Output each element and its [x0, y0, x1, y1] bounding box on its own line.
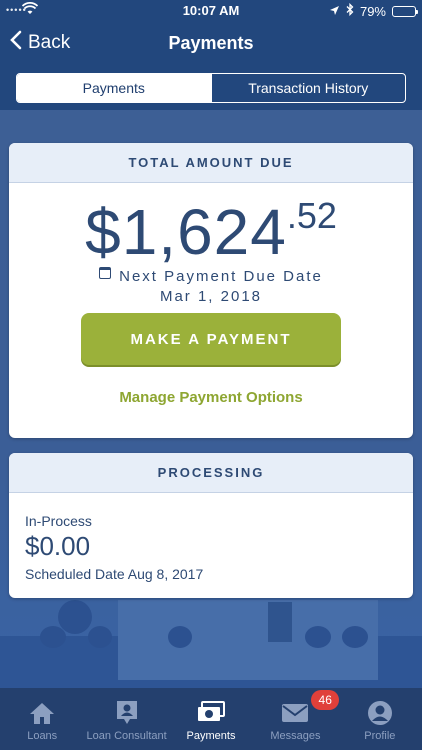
status-bar: ••••• 10:07 AM 79%: [0, 0, 422, 22]
tab-messages-label: Messages: [270, 730, 321, 742]
make-payment-button[interactable]: MAKE A PAYMENT: [81, 313, 341, 365]
tab-profile[interactable]: Profile: [338, 688, 422, 750]
consultant-icon: [115, 700, 139, 726]
scheduled-date: Scheduled Date Aug 8, 2017: [25, 566, 204, 582]
tab-loan-consultant-label: Loan Consultant: [86, 730, 167, 742]
processing-amount: $0.00: [25, 531, 91, 561]
navigation-bar: Back Payments: [0, 24, 422, 64]
tab-payments-label: Payments: [186, 730, 236, 742]
profile-icon: [367, 700, 393, 726]
illustration-bush: [342, 626, 368, 648]
segmented-control: Payments Transaction History: [16, 73, 406, 103]
background-illustration: [0, 590, 422, 690]
mail-icon: [281, 700, 309, 726]
processing-card: PROCESSING In-Process $0.00 Scheduled Da…: [9, 453, 413, 598]
battery-percent: 79%: [359, 3, 386, 19]
illustration-house: [118, 600, 378, 680]
tab-profile-label: Profile: [364, 730, 396, 742]
segment-payments[interactable]: Payments: [17, 74, 211, 102]
processing-status: In-Process: [25, 513, 92, 529]
illustration-bush: [88, 626, 112, 648]
calendar-icon: [99, 267, 112, 279]
amount-due-cents: .52: [286, 195, 337, 236]
tab-loans[interactable]: Loans: [0, 688, 84, 750]
back-button[interactable]: Back: [10, 30, 70, 56]
total-due-header: TOTAL AMOUNT DUE: [9, 143, 413, 183]
home-icon: [29, 700, 55, 726]
tab-messages[interactable]: Messages 46: [253, 688, 340, 750]
next-due-label: Next Payment Due Date: [9, 267, 413, 285]
illustration-tree: [58, 600, 92, 634]
location-icon: [329, 4, 340, 19]
manage-payment-options-link[interactable]: Manage Payment Options: [9, 389, 413, 406]
tab-payments[interactable]: Payments: [169, 688, 253, 750]
illustration-bush: [40, 626, 66, 648]
unread-badge: 46: [311, 690, 340, 710]
total-due-card: TOTAL AMOUNT DUE $1,624.52 Next Payment …: [9, 143, 413, 438]
bluetooth-icon: [346, 2, 354, 19]
processing-header: PROCESSING: [9, 453, 413, 493]
amount-due: $1,624.52: [9, 195, 413, 269]
payments-icon: [196, 700, 226, 726]
next-due-date: Mar 1, 2018: [159, 288, 263, 305]
illustration-window: [268, 602, 292, 642]
tab-bar: Loans Loan Consultant Payments Messages …: [0, 688, 422, 750]
tab-loans-label: Loans: [27, 730, 58, 742]
amount-due-dollars: $1,624: [85, 196, 287, 268]
segment-transaction-history[interactable]: Transaction History: [210, 74, 406, 102]
battery-icon: [392, 5, 418, 17]
processing-body: In-Process $0.00 Scheduled Date Aug 8, 2…: [9, 493, 413, 582]
next-due-text: Next Payment Due Date: [119, 268, 323, 285]
tab-loan-consultant[interactable]: Loan Consultant: [84, 688, 168, 750]
back-label: Back: [28, 32, 71, 53]
illustration-bush: [168, 626, 192, 648]
illustration-bush: [305, 626, 331, 648]
chevron-left-icon: [10, 30, 22, 56]
